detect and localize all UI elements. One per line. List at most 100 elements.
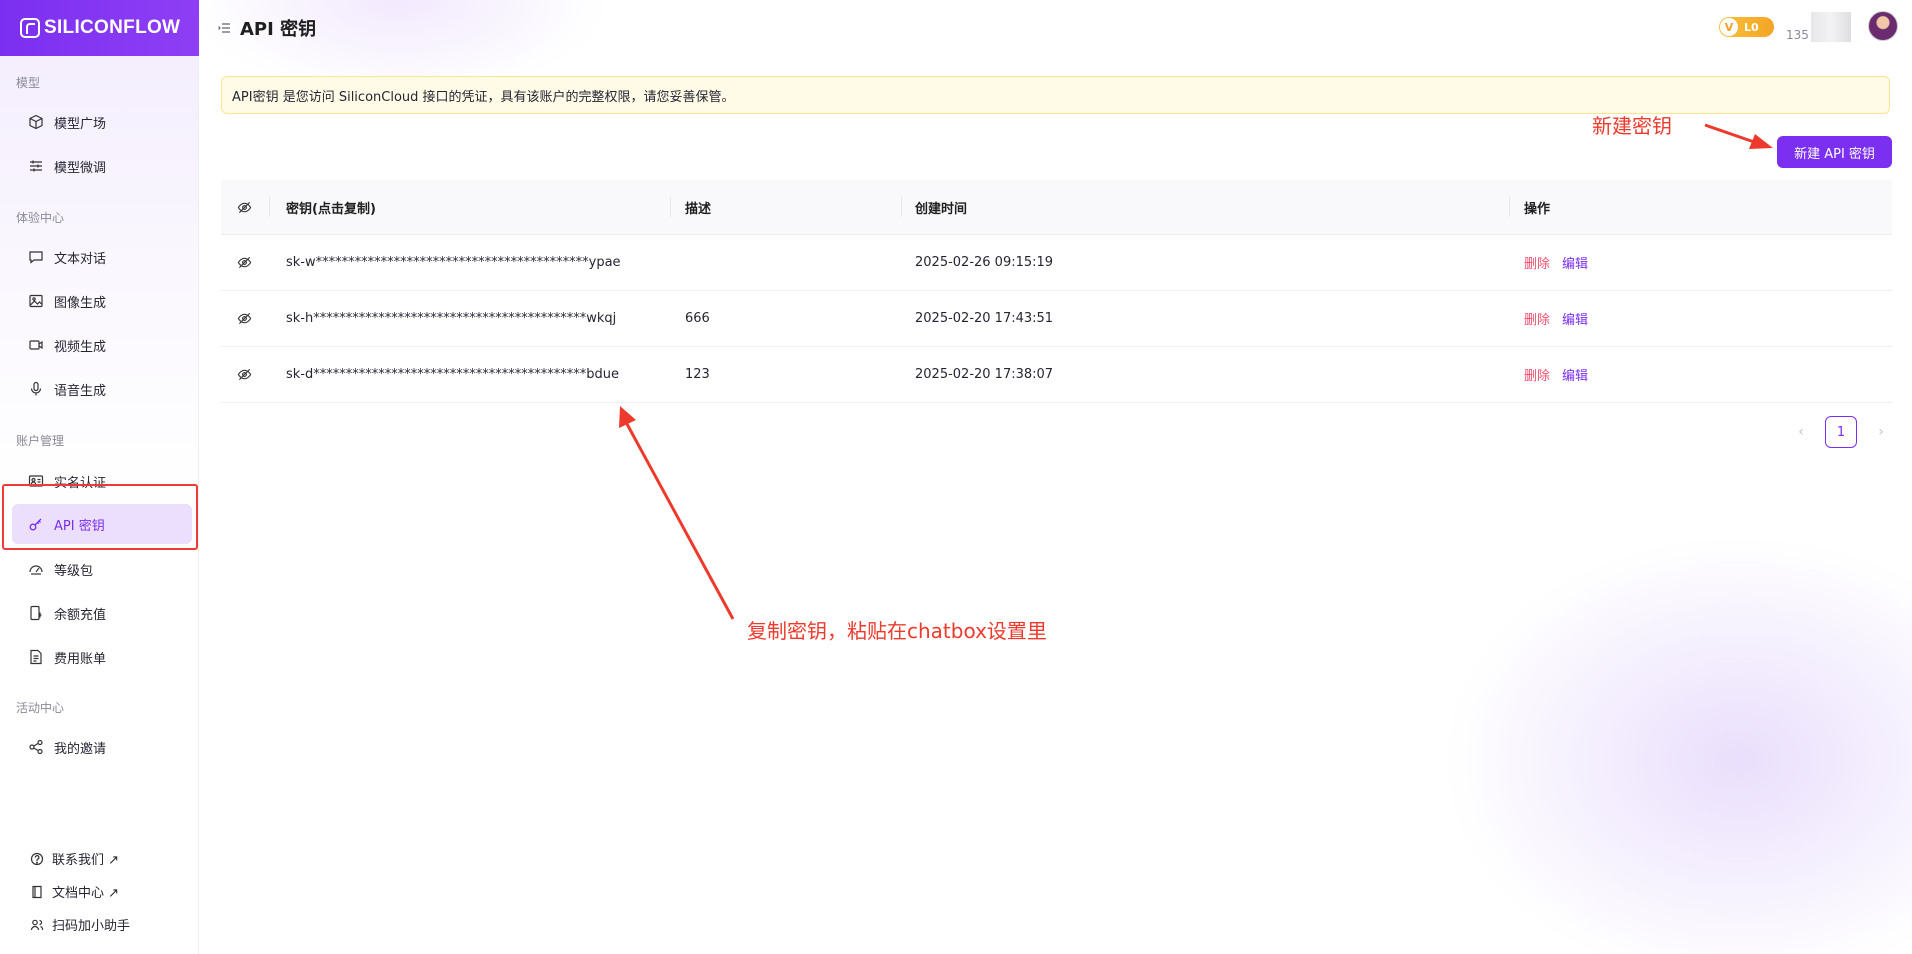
row-actions: 删除 编辑 — [1524, 347, 1588, 402]
sidebar-item-label: 图像生成 — [54, 295, 107, 311]
section-label-activity: 活动中心 — [16, 701, 65, 715]
image-icon — [28, 293, 44, 309]
video-icon — [28, 337, 44, 353]
account-phone: 135 — [1786, 28, 1809, 42]
annotation-new-key: 新建密钥 — [1592, 114, 1672, 138]
prev-page-button[interactable]: ‹ — [1789, 420, 1813, 444]
annotation-arrows — [619, 123, 1773, 620]
sidebar-item-label: 文本对话 — [54, 251, 107, 267]
delete-button[interactable]: 删除 — [1524, 309, 1550, 328]
sidebar-item-label: 余额充值 — [54, 607, 107, 623]
docs-link[interactable]: 文档中心 ↗ — [30, 882, 119, 901]
sidebar-item-invite[interactable]: 我的邀请 — [12, 727, 192, 767]
api-key-desc: 123 — [685, 367, 710, 382]
sidebar-item-label: 我的邀请 — [54, 741, 107, 757]
api-key-value[interactable]: sk-d************************************… — [286, 347, 619, 402]
logo-icon — [20, 18, 40, 38]
sidebar-item-label: 模型广场 — [54, 116, 107, 132]
api-key-created: 2025-02-26 09:15:19 — [915, 255, 1054, 270]
sidebar-item-text-chat[interactable]: 文本对话 — [12, 237, 192, 277]
sidebar-item-model-finetune[interactable]: 模型微调 — [12, 146, 192, 186]
arrow-to-key-column — [619, 406, 735, 620]
table-row: sk-w************************************… — [221, 235, 1892, 291]
bill-icon — [28, 649, 44, 665]
share-icon — [28, 739, 44, 755]
column-header-ops: 操作 — [1524, 201, 1551, 217]
section-label-experience: 体验中心 — [16, 211, 65, 225]
level-badge[interactable]: V L0 — [1719, 17, 1774, 37]
column-separator — [269, 197, 270, 217]
api-key-notice: API密钥 是您访问 SiliconCloud 接口的凭证，具有该账户的完整权限… — [221, 76, 1890, 114]
sidebar-item-label: 语音生成 — [54, 383, 107, 399]
toggle-visibility-icon[interactable] — [237, 291, 252, 346]
sidebar: SILICONFLOW 模型 模型广场 模型微调 体验中心 文本对话 图像生成 … — [0, 0, 199, 954]
pagination: ‹ 1 › — [1789, 416, 1893, 448]
toggle-visibility-icon[interactable] — [237, 235, 252, 290]
contact-us-link[interactable]: 联系我们 ↗ — [30, 849, 119, 868]
add-assistant-label: 扫码加小助手 — [52, 919, 131, 934]
sidebar-item-video-gen[interactable]: 视频生成 — [12, 325, 192, 365]
api-key-value[interactable]: sk-h************************************… — [286, 291, 616, 346]
edit-button[interactable]: 编辑 — [1562, 253, 1588, 272]
sidebar-item-bill[interactable]: 费用账单 — [12, 637, 192, 677]
sidebar-item-label: 费用账单 — [54, 651, 107, 667]
column-header-desc: 描述 — [685, 201, 712, 217]
sidebar-item-level-pack[interactable]: 等级包 — [12, 549, 192, 589]
column-header-created: 创建时间 — [915, 201, 968, 217]
section-label-models: 模型 — [16, 76, 41, 90]
page-title: API 密钥 — [240, 19, 317, 40]
help-icon — [30, 852, 44, 866]
delete-button[interactable]: 删除 — [1524, 365, 1550, 384]
add-assistant-link[interactable]: 扫码加小助手 — [30, 915, 130, 934]
sidebar-item-label: 等级包 — [54, 563, 94, 579]
edit-button[interactable]: 编辑 — [1562, 365, 1588, 384]
column-separator — [901, 197, 902, 217]
contact-us-label: 联系我们 ↗ — [52, 853, 120, 868]
brand-name: SILICONFLOW — [44, 17, 181, 38]
toggle-visibility-icon[interactable] — [237, 347, 252, 402]
avatar[interactable] — [1868, 11, 1898, 41]
api-key-created: 2025-02-20 17:43:51 — [915, 311, 1054, 326]
page-number-button[interactable]: 1 — [1825, 416, 1857, 448]
highlight-box — [2, 484, 198, 550]
sidebar-item-recharge[interactable]: 余额充值 — [12, 593, 192, 633]
column-header-key: 密钥(点击复制) — [286, 201, 376, 217]
row-actions: 删除 编辑 — [1524, 291, 1588, 346]
api-key-value[interactable]: sk-w************************************… — [286, 235, 621, 290]
sliders-icon — [28, 158, 44, 174]
brand-logo[interactable]: SILICONFLOW — [0, 0, 199, 56]
edit-button[interactable]: 编辑 — [1562, 309, 1588, 328]
people-icon — [30, 918, 44, 932]
cube-icon — [28, 114, 44, 130]
table-header: 密钥(点击复制) 描述 创建时间 操作 — [221, 180, 1892, 235]
api-key-desc: 666 — [685, 311, 710, 326]
delete-button[interactable]: 删除 — [1524, 253, 1550, 272]
main-content: API 密钥 V L0 135 API密钥 是您访问 SiliconCloud … — [199, 0, 1912, 954]
gauge-icon — [28, 561, 44, 577]
sidebar-item-voice-gen[interactable]: 语音生成 — [12, 369, 192, 409]
sidebar-item-image-gen[interactable]: 图像生成 — [12, 281, 192, 321]
level-text: L0 — [1744, 20, 1759, 34]
docs-label: 文档中心 ↗ — [52, 886, 120, 901]
annotation-copy-key: 复制密钥，粘贴在chatbox设置里 — [747, 619, 1047, 643]
sidebar-item-model-square[interactable]: 模型广场 — [12, 102, 192, 142]
new-api-key-button[interactable]: 新建 API 密钥 — [1777, 136, 1892, 168]
table-row: sk-h************************************… — [221, 291, 1892, 347]
sidebar-item-label: 模型微调 — [54, 160, 107, 176]
next-page-button[interactable]: › — [1869, 420, 1893, 444]
toggle-visibility-all-icon[interactable] — [237, 180, 252, 234]
arrow-to-new-button — [1704, 123, 1773, 149]
api-key-created: 2025-02-20 17:38:07 — [915, 367, 1054, 382]
column-separator — [670, 197, 671, 217]
redacted-block — [1811, 12, 1851, 42]
sidebar-item-label: 视频生成 — [54, 339, 107, 355]
section-label-account: 账户管理 — [16, 434, 65, 448]
recharge-icon — [28, 605, 44, 621]
book-icon — [30, 885, 44, 899]
column-separator — [1509, 197, 1510, 217]
api-key-table: 密钥(点击复制) 描述 创建时间 操作 sk-w****************… — [221, 180, 1892, 403]
chat-icon — [28, 249, 44, 265]
menu-collapse-icon[interactable] — [217, 20, 231, 34]
row-actions: 删除 编辑 — [1524, 235, 1588, 290]
table-row: sk-d************************************… — [221, 347, 1892, 403]
